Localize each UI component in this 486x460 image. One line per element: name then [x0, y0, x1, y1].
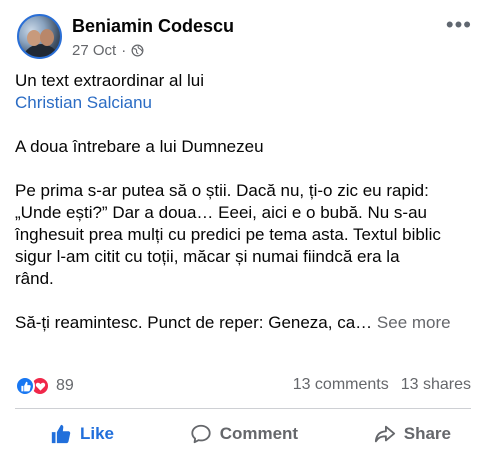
- more-icon[interactable]: •••: [446, 14, 472, 36]
- body-line: rând.: [15, 269, 54, 288]
- comment-label: Comment: [219, 424, 299, 443]
- body-line: sigur l-am citit cu toții, măcar și numa…: [15, 247, 400, 266]
- action-bar: Like Comment Share: [15, 412, 471, 456]
- body-line: înghesuit prea mulți cu predici pe tema …: [15, 225, 441, 244]
- share-button[interactable]: Share: [354, 414, 471, 454]
- reaction-count: 89: [56, 377, 74, 394]
- engagement-counts: 13 comments 13 shares: [293, 376, 471, 394]
- author-name[interactable]: Beniamin Codescu: [72, 16, 234, 37]
- like-reaction-icon: [15, 376, 35, 396]
- divider: [15, 408, 471, 409]
- avatar[interactable]: [17, 14, 62, 59]
- post-meta: 27 Oct ·: [72, 42, 144, 59]
- post-header: Beniamin Codescu 27 Oct · •••: [17, 14, 472, 64]
- comment-button[interactable]: Comment: [170, 414, 318, 454]
- globe-icon[interactable]: [131, 44, 144, 57]
- facebook-post: Beniamin Codescu 27 Oct · ••• Un text ex…: [0, 0, 486, 460]
- comments-count[interactable]: 13 comments: [293, 376, 389, 394]
- intro-line: Un text extraordinar al lui: [15, 71, 204, 90]
- heading-line: A doua întrebare a lui Dumnezeu: [15, 137, 264, 156]
- mention-link[interactable]: Christian Salcianu: [15, 93, 152, 112]
- thumbs-up-icon: [51, 424, 71, 444]
- see-more-link[interactable]: See more: [377, 313, 451, 332]
- share-icon: [374, 425, 395, 443]
- like-button[interactable]: Like: [15, 414, 134, 454]
- post-text: Un text extraordinar al lui Christian Sa…: [15, 70, 475, 334]
- meta-separator: ·: [121, 42, 127, 59]
- like-label: Like: [80, 424, 115, 443]
- post-date[interactable]: 27 Oct: [72, 42, 116, 59]
- body-line: „Unde ești?” Dar a doua… Eeei, aici e o …: [15, 203, 428, 222]
- comment-icon: [191, 424, 211, 444]
- last-line: Să-ți reamintesc. Punct de reper: Geneza…: [15, 313, 373, 332]
- body-line: Pe prima s-ar putea să o știi. Dacă nu, …: [15, 181, 429, 200]
- post-stats: 89 13 comments 13 shares: [15, 376, 471, 400]
- reactions-summary[interactable]: 89: [15, 376, 74, 396]
- share-label: Share: [403, 424, 451, 443]
- shares-count[interactable]: 13 shares: [401, 376, 471, 394]
